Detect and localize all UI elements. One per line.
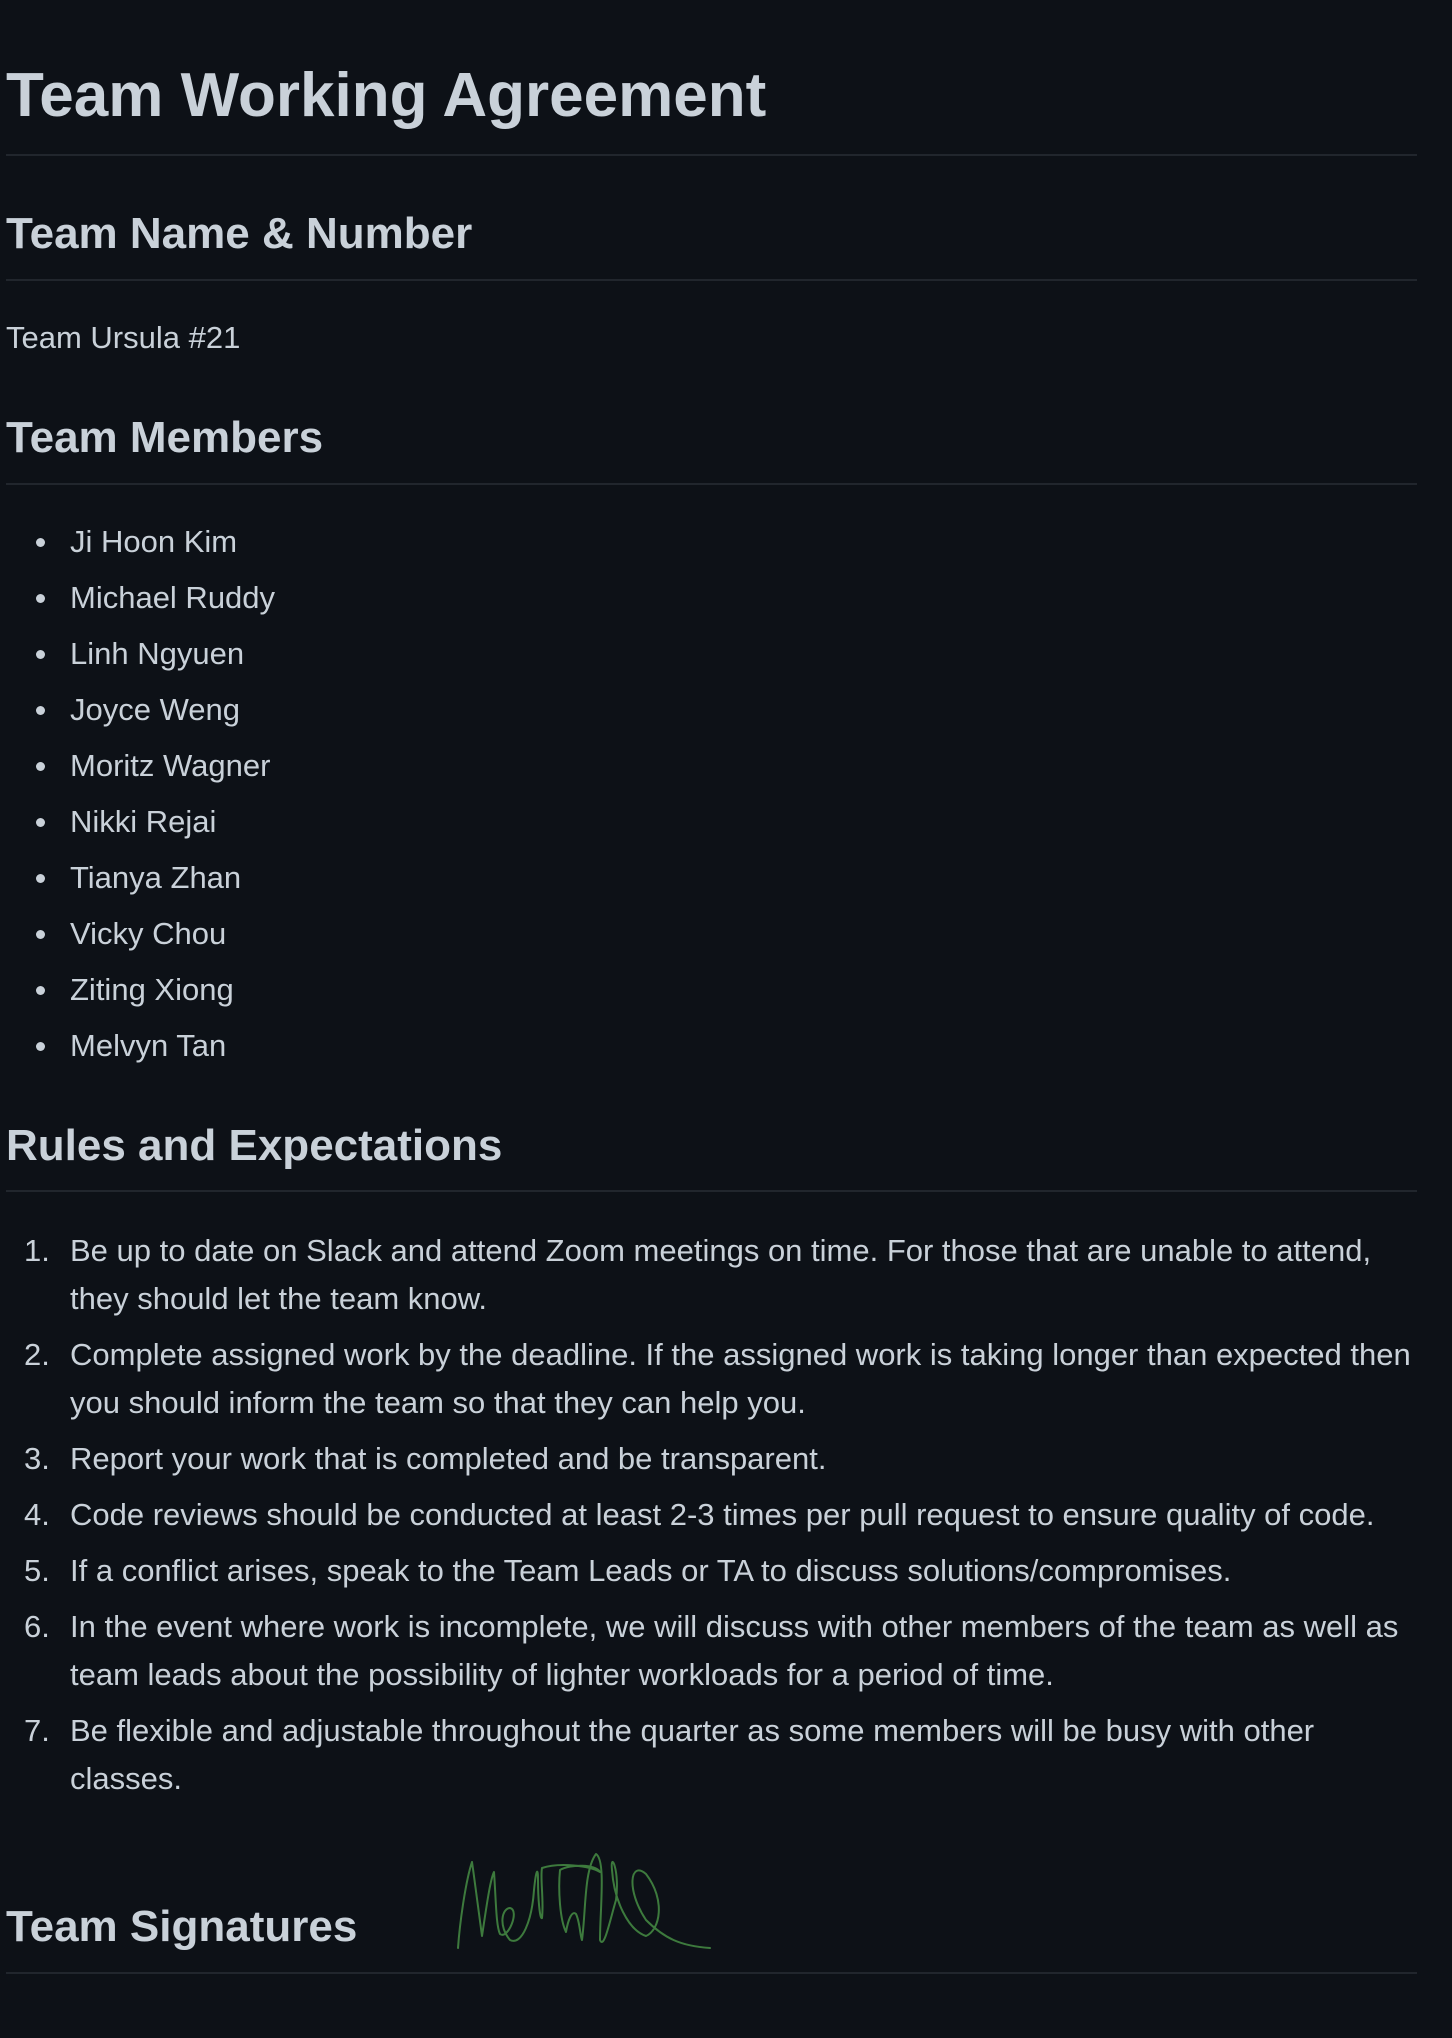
rule-text: Complete assigned work by the deadline. … <box>70 1337 1411 1420</box>
member-list-item: Ziting Xiong <box>6 966 275 1014</box>
rule-number: 2. <box>24 1337 50 1372</box>
member-list-item: Nikki Rejai <box>6 798 275 846</box>
divider <box>6 1190 1417 1192</box>
rule-list-item: 5. If a conflict arises, speak to the Tea… <box>6 1547 1417 1595</box>
rule-text: In the event where work is incomplete, w… <box>70 1609 1399 1692</box>
signatures-heading: Team Signatures <box>6 1902 358 1951</box>
rule-text: If a conflict arises, speak to the Team … <box>70 1553 1232 1588</box>
team-members-heading: Team Members <box>6 413 324 462</box>
page-title: Team Working Agreement <box>6 61 767 130</box>
rule-text: Code reviews should be conducted at leas… <box>70 1497 1375 1532</box>
member-list-item: Tianya Zhan <box>6 854 275 902</box>
team-name-heading: Team Name & Number <box>6 209 473 258</box>
member-list-item: Michael Ruddy <box>6 574 275 622</box>
rule-text: Be flexible and adjustable throughout th… <box>70 1713 1315 1796</box>
member-list-item: Moritz Wagner <box>6 742 275 790</box>
divider <box>6 154 1417 156</box>
member-list-item: Melvyn Tan <box>6 1022 275 1070</box>
rule-list-item: 6. In the event where work is incomplete,… <box>6 1603 1417 1699</box>
rule-number: 1. <box>24 1233 50 1268</box>
rule-list-item: 7. Be flexible and adjustable throughout … <box>6 1707 1417 1803</box>
members-list: Ji Hoon Kim Michael Ruddy Linh Ngyuen Joyce… <box>6 518 275 1078</box>
rule-text: Report your work that is completed and b… <box>70 1441 827 1476</box>
rules-heading: Rules and Expectations <box>6 1121 503 1170</box>
divider <box>6 1972 1417 1974</box>
rule-number: 4. <box>24 1497 50 1532</box>
member-list-item: Vicky Chou <box>6 910 275 958</box>
rule-number: 7. <box>24 1713 50 1748</box>
divider <box>6 483 1417 485</box>
signature-image <box>457 1853 711 1949</box>
rule-number: 6. <box>24 1609 50 1644</box>
member-list-item: Joyce Weng <box>6 686 275 734</box>
rule-list-item: 1. Be up to date on Slack and attend Zoom… <box>6 1227 1417 1323</box>
member-list-item: Ji Hoon Kim <box>6 518 275 566</box>
rule-list-item: 4. Code reviews should be conducted at le… <box>6 1491 1417 1539</box>
rule-number: 3. <box>24 1441 50 1476</box>
rule-text: Be up to date on Slack and attend Zoom m… <box>70 1233 1372 1316</box>
member-list-item: Linh Ngyuen <box>6 630 275 678</box>
divider <box>6 279 1417 281</box>
team-name-value: Team Ursula #21 <box>6 320 241 355</box>
rule-list-item: 2. Complete assigned work by the deadline… <box>6 1331 1417 1427</box>
rule-number: 5. <box>24 1553 50 1588</box>
rules-list: 1. Be up to date on Slack and attend Zoom… <box>6 1227 1417 1811</box>
rule-list-item: 3. Report your work that is completed and… <box>6 1435 1417 1483</box>
signature-stroke <box>457 1853 711 1949</box>
